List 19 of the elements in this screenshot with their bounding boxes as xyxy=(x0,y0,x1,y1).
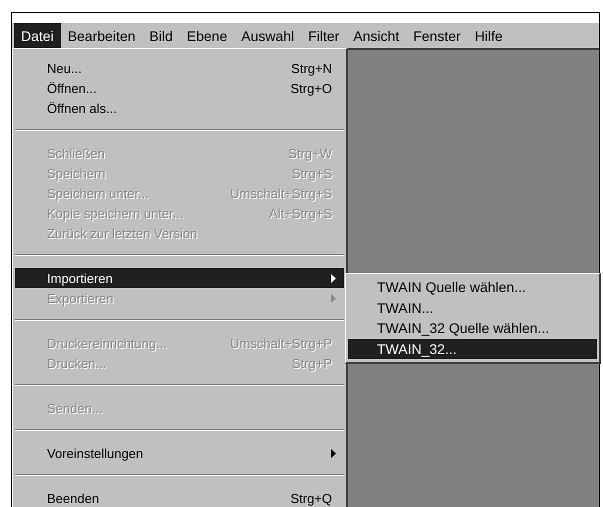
menu-bar-item[interactable]: Bild xyxy=(142,23,180,48)
menu-bar-item[interactable]: Datei xyxy=(14,23,61,48)
menu-bar-item[interactable]: Hilfe xyxy=(468,23,510,48)
menu-item[interactable]: Öffnen als... xyxy=(15,98,344,118)
menu-item[interactable]: Voreinstellungen xyxy=(15,443,344,463)
menu-item[interactable]: Beenden Strg+Q xyxy=(15,488,344,507)
menu-bar-item[interactable]: Ebene xyxy=(180,23,234,48)
submenu-item[interactable]: TWAIN Quelle wählen... xyxy=(348,277,597,298)
menu-item[interactable]: Importieren xyxy=(15,268,344,288)
submenu-item[interactable]: TWAIN_32... xyxy=(348,338,597,359)
menu-bar-item[interactable]: Bearbeiten xyxy=(60,23,142,48)
submenu-item[interactable]: TWAIN_32 Quelle wählen... xyxy=(348,318,597,338)
menu-bar-item[interactable]: Auswahl xyxy=(234,23,302,48)
submenu-item[interactable]: TWAIN... xyxy=(348,298,597,318)
menu-item[interactable]: Öffnen... Strg+O xyxy=(15,78,344,98)
menu-bar-item[interactable]: Fenster xyxy=(406,23,468,48)
menu-item[interactable]: Neu... Strg+N xyxy=(15,58,344,78)
menu-bar-item[interactable]: Filter xyxy=(301,23,346,48)
menu-bar-item[interactable]: Ansicht xyxy=(346,23,406,48)
